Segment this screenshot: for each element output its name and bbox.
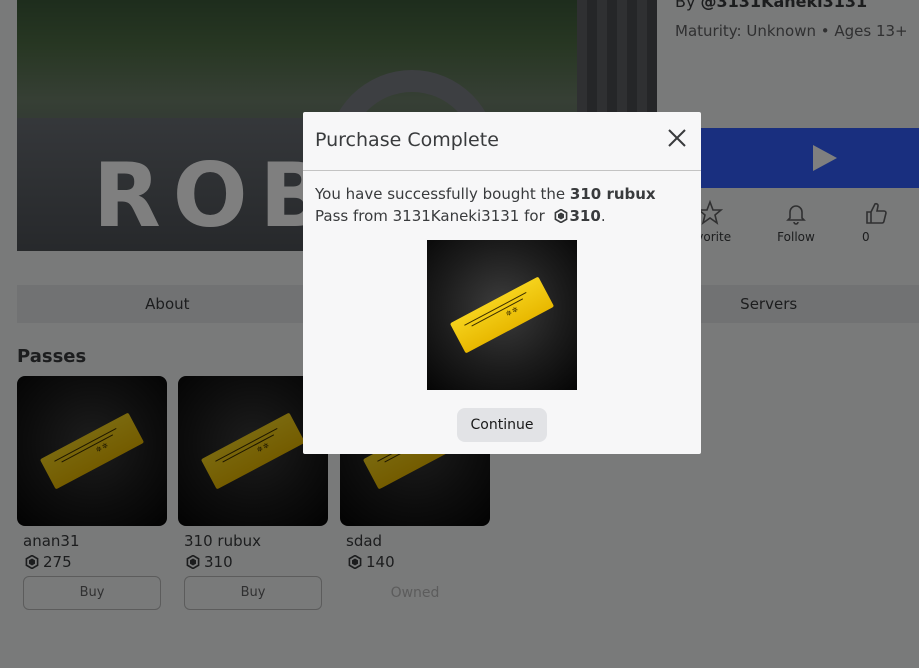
message-text-before: You have successfully bought the <box>315 185 570 203</box>
robux-icon <box>554 209 567 223</box>
pass-image: ✲✲ <box>427 240 577 390</box>
close-button[interactable] <box>667 128 687 148</box>
message-pass-name: 310 rubux <box>569 185 656 203</box>
message-text-after: . <box>600 207 606 225</box>
close-icon <box>668 129 686 147</box>
message-text-middle: Pass from 3131Kaneki3131 for <box>315 207 550 225</box>
modal-message: You have successfully bought the 310 rub… <box>303 171 701 227</box>
continue-button[interactable]: Continue <box>457 408 547 442</box>
modal-title: Purchase Complete <box>315 129 499 151</box>
ticket-image: ✲✲ <box>449 276 555 354</box>
message-price: 310 <box>569 207 601 225</box>
purchase-complete-modal: Purchase Complete You have successfully … <box>303 112 701 454</box>
modal-header: Purchase Complete <box>303 112 701 171</box>
